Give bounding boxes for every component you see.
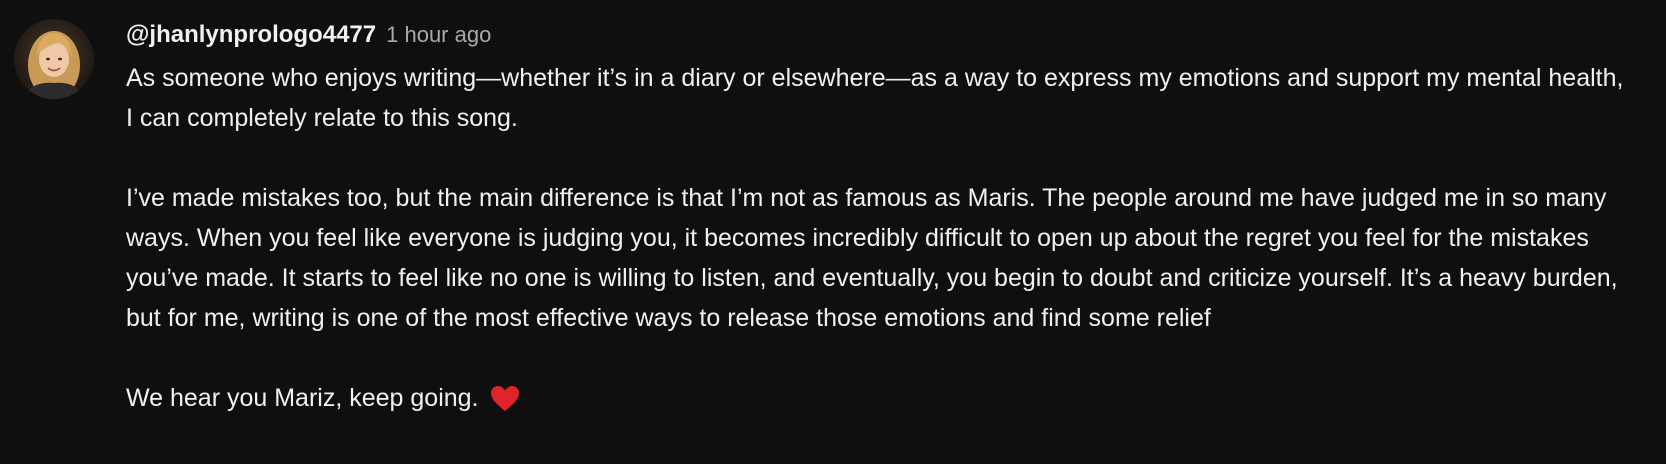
comment-content: @jhanlynprologo4477 1 hour ago As someon…: [126, 17, 1636, 424]
comment-paragraph-last: We hear you Mariz, keep going.: [126, 378, 1636, 424]
comment-paragraph: I’ve made mistakes too, but the main dif…: [126, 184, 1618, 332]
comment-thread: @jhanlynprologo4477 1 hour ago As someon…: [14, 17, 1636, 424]
red-heart-icon: [490, 384, 519, 424]
comment-paragraph-text: We hear you Mariz, keep going.: [126, 384, 479, 412]
comment-header: @jhanlynprologo4477 1 hour ago: [126, 21, 1636, 61]
comment-text: As someone who enjoys writing—whether it…: [126, 58, 1636, 424]
comment-timestamp[interactable]: 1 hour ago: [386, 22, 491, 48]
avatar[interactable]: [14, 19, 94, 99]
comment-paragraph: As someone who enjoys writing—whether it…: [126, 64, 1624, 132]
author-name[interactable]: @jhanlynprologo4477: [126, 21, 376, 49]
avatar-photo-icon: [14, 19, 94, 99]
